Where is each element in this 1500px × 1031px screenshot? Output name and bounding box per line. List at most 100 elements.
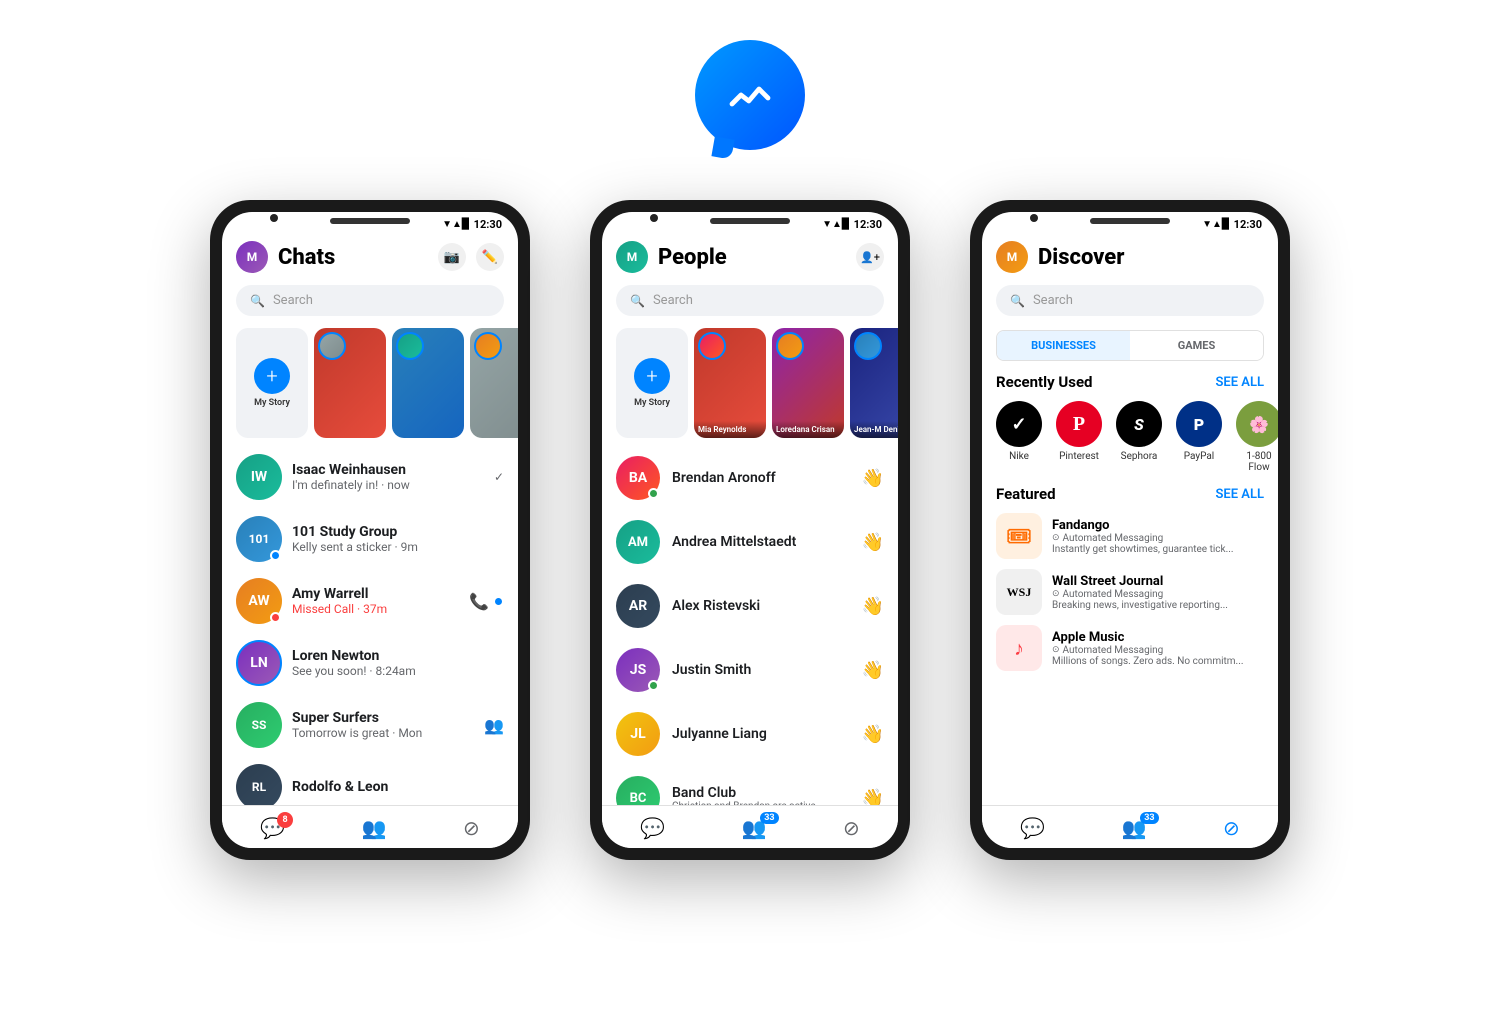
nav-discover-discover[interactable]: ⊘ bbox=[1223, 816, 1240, 840]
featured-apple-music[interactable]: ♪ Apple Music ⊙ Automated Messaging Mill… bbox=[996, 625, 1264, 671]
contact-avatar-julyanne: JL bbox=[616, 712, 660, 756]
missed-dot-amy bbox=[270, 612, 281, 623]
featured-fandango[interactable]: 🎟 Fandango ⊙ Automated Messaging Instant… bbox=[996, 513, 1264, 559]
my-story-item[interactable]: + My Story bbox=[236, 328, 308, 438]
people-header-icons[interactable]: 👤+ bbox=[856, 243, 884, 271]
story-item-1[interactable] bbox=[314, 328, 386, 438]
recently-used-see-all[interactable]: SEE ALL bbox=[1215, 375, 1264, 390]
camera-button[interactable]: 📷 bbox=[438, 243, 466, 271]
wave-icon-andrea[interactable]: 👋 bbox=[862, 532, 884, 553]
chat-item-isaac[interactable]: IW Isaac Weinhausen I'm definately in! ·… bbox=[222, 446, 518, 508]
nav-chats-people[interactable]: 💬 bbox=[640, 816, 665, 840]
fandango-desc: Instantly get showtimes, guarantee tick.… bbox=[1052, 544, 1264, 555]
contact-julyanne[interactable]: JL Julyanne Liang 👋 bbox=[602, 702, 898, 766]
contact-andrea[interactable]: AM Andrea Mittelstaedt 👋 bbox=[602, 510, 898, 574]
wave-icon-julyanne[interactable]: 👋 bbox=[862, 724, 884, 745]
wave-icon-alex[interactable]: 👋 bbox=[862, 596, 884, 617]
wave-icon-band[interactable]: 👋 bbox=[862, 788, 884, 806]
pinterest-name: Pinterest bbox=[1059, 451, 1099, 462]
chat-item-study[interactable]: 101 101 Study Group Kelly sent a sticker… bbox=[222, 508, 518, 570]
brand-sephora[interactable]: S Sephora bbox=[1116, 401, 1162, 473]
story-item-2[interactable] bbox=[392, 328, 464, 438]
contact-avatar-brendan: BA bbox=[616, 456, 660, 500]
search-bar-discover[interactable]: 🔍 Search bbox=[996, 285, 1264, 316]
wsj-logo: WSJ bbox=[996, 569, 1042, 615]
nav-discover[interactable]: ⊘ bbox=[463, 816, 480, 840]
discover-screen: ▼▲▉ 12:30 M Discover 🔍 Search BUSINESSES… bbox=[982, 212, 1278, 848]
search-bar-people[interactable]: 🔍 Search bbox=[616, 285, 884, 316]
nav-people-discover[interactable]: 👥 33 bbox=[1122, 816, 1147, 840]
chats-title: Chats bbox=[278, 245, 428, 270]
people-story-2[interactable]: Loredana Crisan bbox=[772, 328, 844, 438]
people-my-story[interactable]: + My Story bbox=[616, 328, 688, 438]
contact-band[interactable]: BC Band Club Christian and Brendan are a… bbox=[602, 766, 898, 805]
chat-meta-surfers: 👥 bbox=[484, 716, 504, 735]
nav-chats[interactable]: 💬 8 bbox=[260, 816, 285, 840]
nike-logo: ✓ bbox=[996, 401, 1042, 447]
contact-alex[interactable]: AR Alex Ristevski 👋 bbox=[602, 574, 898, 638]
compose-button[interactable]: ✏️ bbox=[476, 243, 504, 271]
brand-paypal[interactable]: P PayPal bbox=[1176, 401, 1222, 473]
story-overlay-p1: Mia Reynolds bbox=[694, 421, 766, 438]
add-story-button[interactable]: + bbox=[254, 358, 290, 394]
status-bar-people: ▼▲▉ 12:30 bbox=[602, 212, 898, 233]
wave-icon-brendan[interactable]: 👋 bbox=[862, 468, 884, 489]
add-story-btn-people[interactable]: + bbox=[634, 358, 670, 394]
featured-see-all[interactable]: SEE ALL bbox=[1215, 487, 1264, 502]
apple-music-desc: Millions of songs. Zero ads. No commitm.… bbox=[1052, 656, 1264, 667]
chat-preview-study: Kelly sent a sticker · 9m bbox=[292, 540, 504, 554]
contact-name-alex: Alex Ristevski bbox=[672, 598, 850, 614]
contact-avatar-alex: AR bbox=[616, 584, 660, 628]
add-friend-button[interactable]: 👤+ bbox=[856, 243, 884, 271]
featured-wsj[interactable]: WSJ Wall Street Journal ⊙ Automated Mess… bbox=[996, 569, 1264, 615]
story-item-3[interactable] bbox=[470, 328, 518, 438]
people-story-1[interactable]: Mia Reynolds bbox=[694, 328, 766, 438]
tab-businesses[interactable]: BUSINESSES bbox=[997, 331, 1130, 360]
user-avatar-people: M bbox=[616, 241, 648, 273]
discover-icon-people: ⊘ bbox=[843, 816, 860, 840]
fandango-info: Fandango ⊙ Automated Messaging Instantly… bbox=[1052, 518, 1264, 555]
nav-people-people[interactable]: 👥 33 bbox=[742, 816, 767, 840]
sephora-logo: S bbox=[1116, 401, 1162, 447]
status-bar-chats: ▼▲▉ 12:30 bbox=[222, 212, 518, 233]
wave-icon-justin[interactable]: 👋 bbox=[862, 660, 884, 681]
brand-pinterest[interactable]: P Pinterest bbox=[1056, 401, 1102, 473]
brand-flowers[interactable]: 🌸 1-800 Flow bbox=[1236, 401, 1278, 473]
contact-brendan[interactable]: BA Brendan Aronoff 👋 bbox=[602, 446, 898, 510]
nav-discover-people[interactable]: ⊘ bbox=[843, 816, 860, 840]
chat-badge: 8 bbox=[277, 812, 293, 828]
apple-music-logo: ♪ bbox=[996, 625, 1042, 671]
online-dot-brendan bbox=[648, 488, 659, 499]
chat-info-rodolfo: Rodolfo & Leon bbox=[292, 779, 504, 795]
fandango-logo: 🎟 bbox=[996, 513, 1042, 559]
story-row-chats: + My Story bbox=[222, 324, 518, 446]
story-name-p3: Jean-M Denis bbox=[854, 425, 898, 434]
featured-section: Featured SEE ALL 🎟 Fandango ⊙ Automated … bbox=[982, 479, 1278, 677]
tab-games[interactable]: GAMES bbox=[1130, 331, 1263, 360]
chat-info-isaac: Isaac Weinhausen I'm definately in! · no… bbox=[292, 462, 484, 492]
my-story-label: My Story bbox=[254, 398, 290, 408]
header-icons[interactable]: 📷 ✏️ bbox=[438, 243, 504, 271]
online-dot-justin bbox=[648, 680, 659, 691]
search-icon-people: 🔍 bbox=[630, 294, 645, 308]
chat-name-amy: Amy Warrell bbox=[292, 586, 459, 602]
chat-item-loren[interactable]: LN Loren Newton See you soon! · 8:24am bbox=[222, 632, 518, 694]
chat-item-amy[interactable]: AW Amy Warrell Missed Call · 37m 📞 bbox=[222, 570, 518, 632]
chat-item-rodolfo[interactable]: RL Rodolfo & Leon bbox=[222, 756, 518, 805]
nav-chats-discover[interactable]: 💬 bbox=[1020, 816, 1045, 840]
people-badge-discover: 33 bbox=[1140, 812, 1158, 824]
people-header: M People 👤+ bbox=[602, 233, 898, 281]
nav-people[interactable]: 👥 bbox=[362, 816, 387, 840]
story-avatar-p2 bbox=[776, 332, 804, 360]
search-placeholder: Search bbox=[273, 293, 313, 308]
brand-nike[interactable]: ✓ Nike bbox=[996, 401, 1042, 473]
brands-row: ✓ Nike P Pinterest S bbox=[996, 401, 1264, 473]
contact-justin[interactable]: JS Justin Smith 👋 bbox=[602, 638, 898, 702]
story-avatar-p3 bbox=[854, 332, 882, 360]
search-bar-chats[interactable]: 🔍 Search bbox=[236, 285, 504, 316]
chat-item-surfers[interactable]: SS Super Surfers Tomorrow is great · Mon… bbox=[222, 694, 518, 756]
people-story-3[interactable]: Jean-M Denis bbox=[850, 328, 898, 438]
discover-header: M Discover bbox=[982, 233, 1278, 281]
contact-name-justin: Justin Smith bbox=[672, 662, 850, 678]
chat-avatar-loren: LN bbox=[236, 640, 282, 686]
